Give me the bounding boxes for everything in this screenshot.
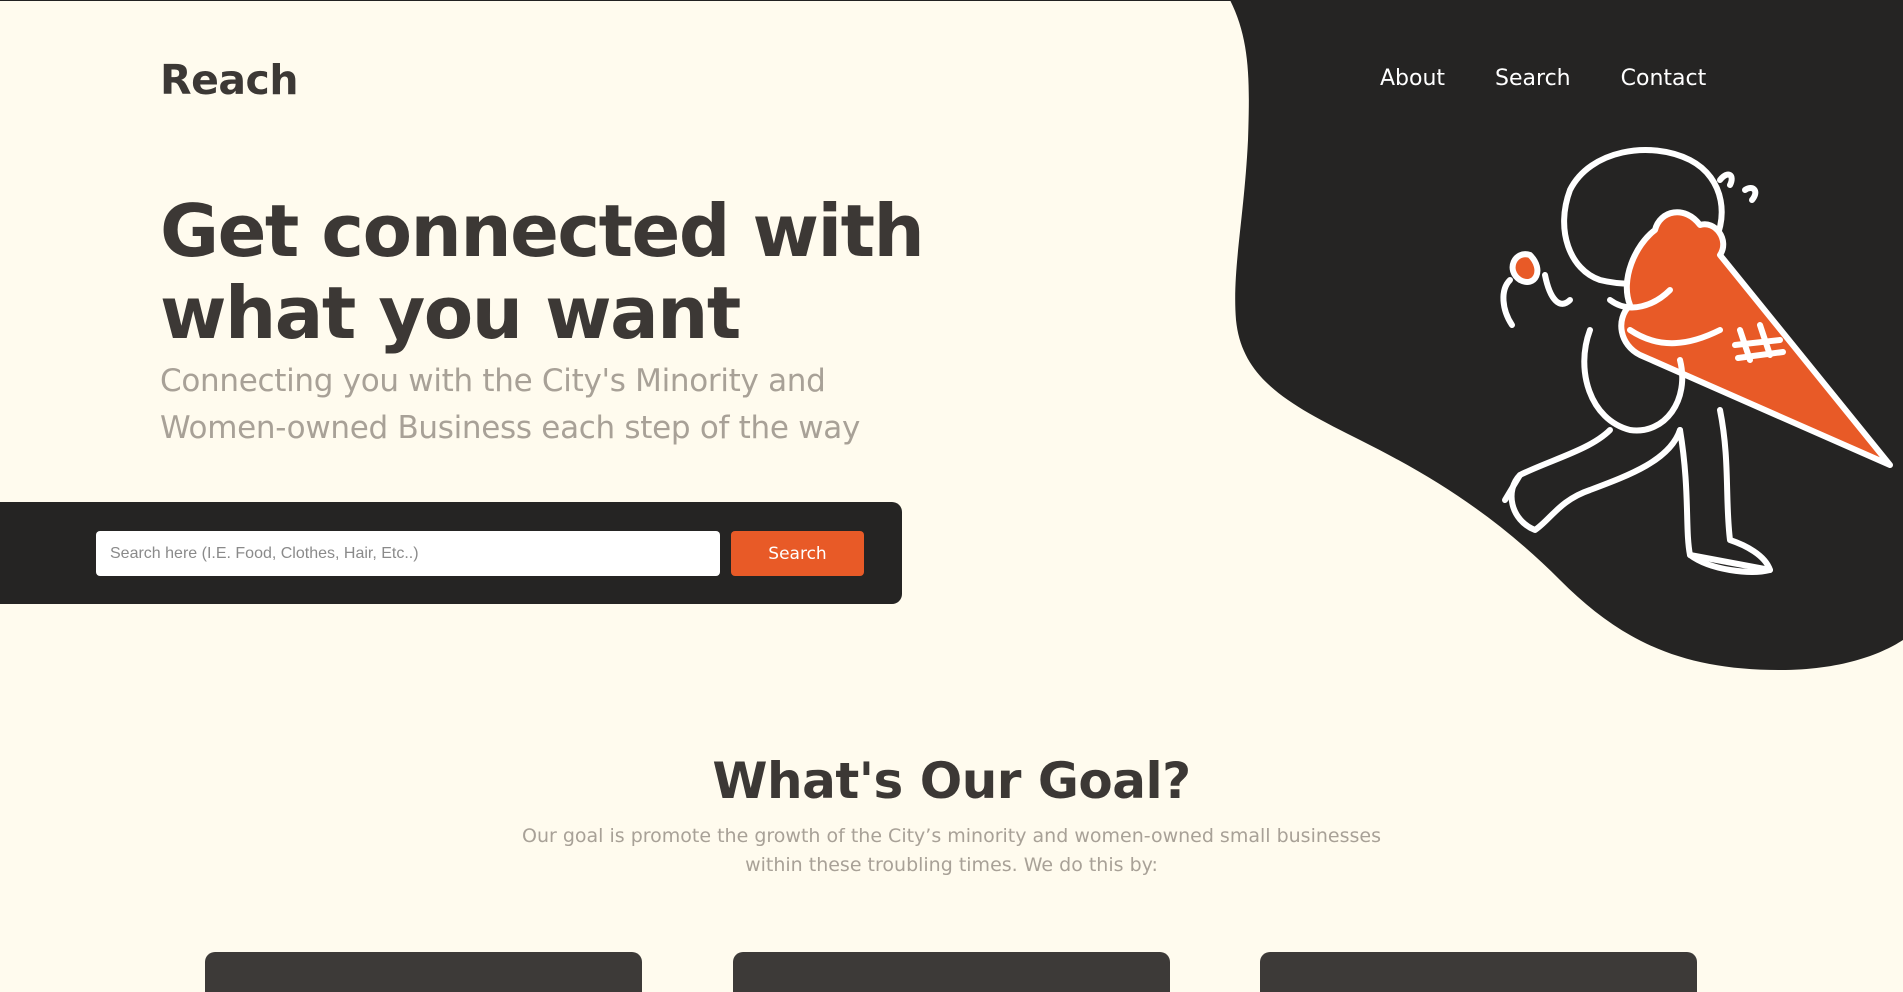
search-button[interactable]: Search <box>731 531 864 576</box>
site-logo[interactable]: Reach <box>160 56 299 104</box>
hero-subtitle: Connecting you with the City's Minority … <box>160 363 860 446</box>
nav-link-about[interactable]: About <box>1380 66 1445 91</box>
search-input[interactable] <box>96 531 720 576</box>
main-nav: About Search Contact <box>1380 66 1756 91</box>
person-carrying-ice-cream-cone-illustration <box>1500 147 1893 575</box>
nav-link-contact[interactable]: Contact <box>1621 66 1707 91</box>
goal-text: Our goal is promote the growth of the Ci… <box>522 825 1381 876</box>
goal-title: What's Our Goal? <box>712 752 1191 810</box>
nav-link-search[interactable]: Search <box>1495 66 1571 91</box>
search-bar: Search <box>0 502 902 604</box>
hero-title: Get connected with what you want <box>160 189 925 355</box>
